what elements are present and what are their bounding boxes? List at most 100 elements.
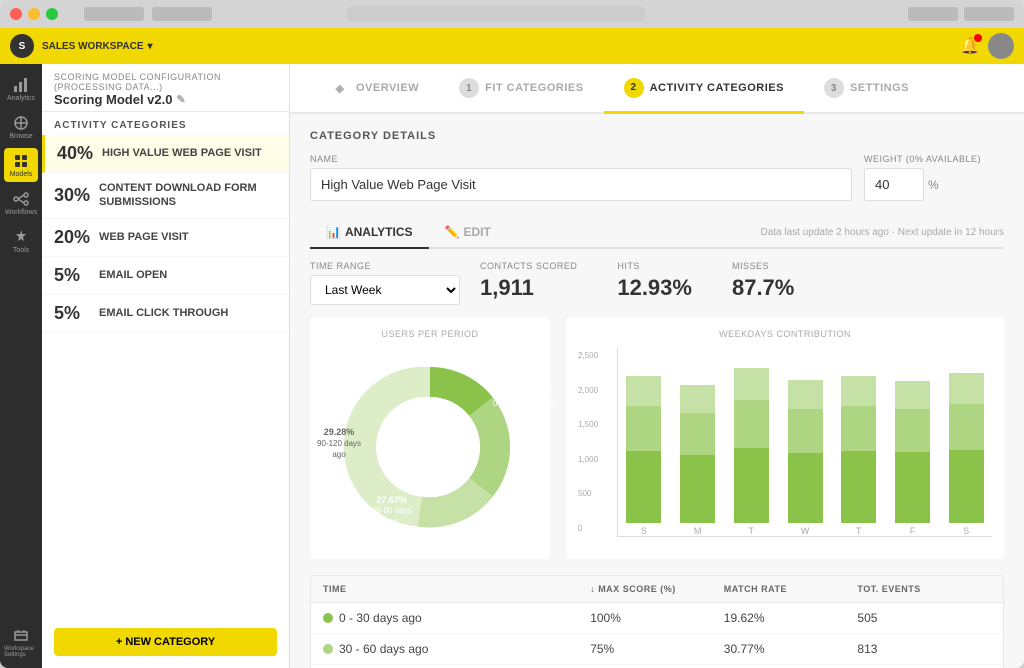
activity-categories-label: ACTIVITY CATEGORIES (42, 112, 289, 135)
app-window: S SALES WORKSPACE ▾ 🔔 Analytics Browse (0, 0, 1024, 668)
spacer2 (152, 7, 212, 21)
brand-name[interactable]: SALES WORKSPACE ▾ (42, 41, 153, 52)
step-num-2: 2 (624, 78, 644, 98)
charts-row: USERS PER PERIOD (310, 317, 1004, 559)
y-label-1500: 1,500 (578, 420, 613, 429)
content-area: CATEGORY DETAILS NAME WEIGHT (0% AVAILAB… (290, 114, 1024, 668)
bar-s1-seg3 (626, 376, 661, 406)
time-range-select[interactable]: Last Week (310, 275, 460, 305)
category-name-3: EMAIL OPEN (99, 268, 167, 282)
analytics-tab-icon: 📊 (326, 225, 341, 239)
titlebar-right (908, 7, 1014, 21)
th-time: TIME (323, 584, 590, 594)
th-match-rate: MATCH RATE (724, 584, 858, 594)
category-pct-1: 30% (54, 185, 99, 206)
name-label: NAME (310, 154, 852, 164)
hits-label: HITS (617, 261, 692, 271)
step-settings[interactable]: 3 SETTINGS (804, 64, 929, 114)
notification-bell[interactable]: 🔔 (960, 36, 980, 56)
misses-card: MISSES 87.7% (732, 261, 794, 301)
bar-chart-title: WEEKDAYS CONTRIBUTION (578, 329, 992, 339)
category-name-0: HIGH VALUE WEB PAGE VISIT (102, 146, 262, 160)
data-table: TIME ↓ MAX SCORE (%) MATCH RATE TOT. EVE… (310, 575, 1004, 668)
bar-day-5: F (910, 526, 916, 536)
category-item-2[interactable]: 20% WEB PAGE VISIT (42, 219, 289, 257)
breadcrumb: SCORING MODEL CONFIGURATION (Processing … (54, 72, 277, 92)
category-item-1[interactable]: 30% CONTENT DOWNLOAD FORM SUBMISSIONS (42, 173, 289, 219)
sidebar-item-analytics[interactable]: Analytics (4, 72, 38, 106)
user-avatar[interactable] (988, 33, 1014, 59)
category-pct-2: 20% (54, 227, 99, 248)
category-name-1: CONTENT DOWNLOAD FORM SUBMISSIONS (99, 181, 277, 210)
analytics-stats-row: TIME RANGE Last Week CONTACTS SCORED 1,9… (310, 261, 1004, 305)
category-item-0[interactable]: 40% HIGH VALUE WEB PAGE VISIT (42, 135, 289, 173)
td-maxscore-0: 100% (590, 611, 724, 625)
bar-day-3: W (801, 526, 810, 536)
table-header: TIME ↓ MAX SCORE (%) MATCH RATE TOT. EVE… (311, 576, 1003, 603)
step-activity-categories[interactable]: 2 ACTIVITY CATEGORIES (604, 64, 804, 114)
y-label-0: 0 (578, 524, 613, 533)
bar-group-3: W (783, 380, 827, 536)
close-btn[interactable] (10, 8, 22, 20)
contacts-scored-label: CONTACTS SCORED (480, 261, 577, 271)
titlebar-search (346, 6, 646, 22)
td-matchrate-1: 30.77% (724, 642, 858, 656)
maximize-btn[interactable] (46, 8, 58, 20)
contacts-scored-card: CONTACTS SCORED 1,911 (480, 261, 577, 301)
sidebar-icons: Analytics Browse Models Workflows Tools … (0, 64, 42, 668)
sidebar-item-workspace[interactable]: Workspace Settings (4, 626, 38, 660)
dropdown-icon: ▾ (148, 41, 153, 52)
tabs-row: 📊 ANALYTICS ✏️ EDIT Data last update 2 h… (310, 217, 1004, 249)
step-fit-categories[interactable]: 1 FIT CATEGORIES (439, 64, 603, 114)
donut-title: USERS PER PERIOD (322, 329, 538, 339)
titlebar-spacers (84, 7, 212, 21)
table-row-0: 0 - 30 days ago 100% 19.62% 505 (311, 603, 1003, 634)
new-category-button[interactable]: + NEW CATEGORY (54, 628, 277, 656)
bar-chart-bars: S M (617, 347, 992, 537)
category-item-3[interactable]: 5% EMAIL OPEN (42, 257, 289, 295)
bar-section: WEEKDAYS CONTRIBUTION 2,500 2,000 1,500 … (566, 317, 1004, 559)
sidebar-item-workflows[interactable]: Workflows (4, 186, 38, 220)
td-maxscore-1: 75% (590, 642, 724, 656)
weight-input[interactable] (864, 168, 924, 201)
weight-field: WEIGHT (0% AVAILABLE) % (864, 154, 1004, 201)
bar-group-2: T (729, 368, 773, 536)
misses-value: 87.7% (732, 275, 794, 301)
category-pct-4: 5% (54, 303, 99, 324)
category-item-4[interactable]: 5% EMAIL CLICK THROUGH (42, 295, 289, 333)
step-num-3: 3 (824, 78, 844, 98)
titlebar (0, 0, 1024, 28)
bar-day-0: S (641, 526, 647, 536)
scoring-model-title: Scoring Model v2.0 ✎ (54, 92, 277, 107)
donut-svg (330, 347, 530, 547)
table-row-1: 30 - 60 days ago 75% 30.77% 813 (311, 634, 1003, 665)
edit-tab-icon: ✏️ (445, 225, 460, 239)
minimize-btn[interactable] (28, 8, 40, 20)
weight-label: WEIGHT (0% AVAILABLE) (864, 154, 1004, 164)
donut-section: USERS PER PERIOD (310, 317, 550, 559)
titlebar-btn-2 (964, 7, 1014, 21)
bar-s1-seg1 (626, 451, 661, 523)
tab-analytics[interactable]: 📊 ANALYTICS (310, 217, 429, 249)
tab-edit[interactable]: ✏️ EDIT (429, 217, 507, 249)
misses-label: MISSES (732, 261, 794, 271)
bar-group-1: M (676, 385, 720, 536)
hits-card: HITS 12.93% (617, 261, 692, 301)
donut-container (322, 347, 538, 547)
bar-day-6: S (963, 526, 969, 536)
y-axis: 2,500 2,000 1,500 1,000 500 0 (578, 347, 613, 537)
dot-0 (323, 613, 333, 623)
step-overview[interactable]: ◈ OVERVIEW (310, 64, 439, 114)
bar-group-6: S (944, 373, 988, 536)
th-max-score: ↓ MAX SCORE (%) (590, 584, 724, 594)
category-pct-3: 5% (54, 265, 99, 286)
bar-group-0: S (622, 376, 666, 536)
sidebar-item-tools[interactable]: Tools (4, 224, 38, 258)
sidebar-item-models[interactable]: Models (4, 148, 38, 182)
edit-model-icon[interactable]: ✎ (176, 93, 185, 106)
left-panel: SCORING MODEL CONFIGURATION (Processing … (42, 64, 290, 668)
stats-blocks: CONTACTS SCORED 1,911 HITS 12.93% MISSES… (480, 261, 794, 301)
name-input[interactable] (310, 168, 852, 201)
sidebar-item-browse[interactable]: Browse (4, 110, 38, 144)
donut-hole (380, 397, 480, 497)
